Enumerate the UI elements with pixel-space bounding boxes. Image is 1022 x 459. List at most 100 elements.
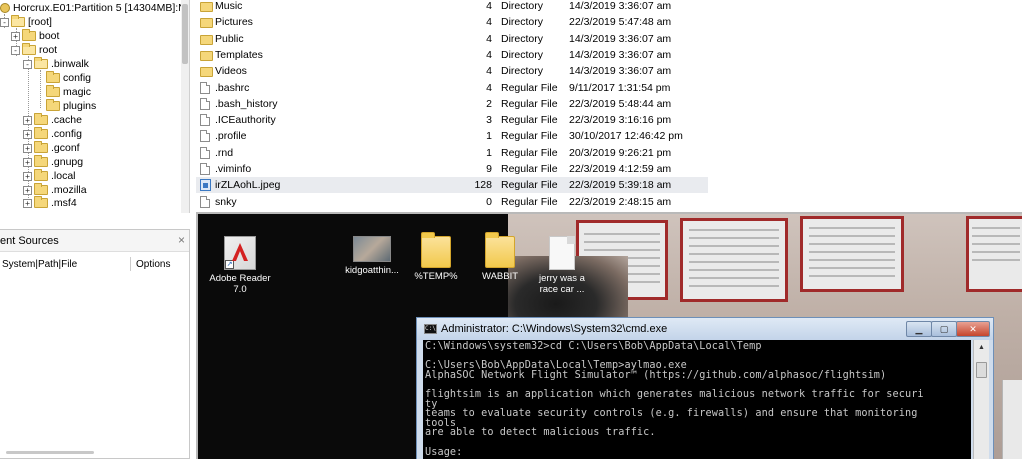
tree-node-cache[interactable]: + .cache (23, 113, 82, 127)
column-header-path[interactable]: System|Path|File (2, 259, 77, 270)
cmd-scrollbar[interactable]: ▲ (973, 340, 989, 459)
file-row[interactable]: Pictures 4 Directory 22/3/2019 5:47:48 am (196, 14, 708, 30)
file-row[interactable]: Public 4 Directory 14/3/2019 3:36:07 am (196, 31, 708, 47)
file-icon (200, 97, 210, 110)
minimize-button[interactable]: ▁ (906, 321, 932, 337)
maximize-button[interactable]: ▢ (931, 321, 957, 337)
file-row[interactable]: snky 0 Regular File 22/3/2019 2:48:15 am (196, 194, 708, 210)
file-icon (200, 130, 210, 143)
tree-node-config-dir[interactable]: + .config (23, 127, 82, 141)
tree-node-gconf[interactable]: + .gconf (23, 141, 80, 155)
folder-icon (46, 85, 60, 98)
tree-node-gnupg[interactable]: + .gnupg (23, 155, 84, 169)
tree-node-label: .gconf (51, 142, 80, 154)
folder-icon (46, 99, 60, 112)
expand-icon[interactable]: + (23, 157, 32, 167)
file-row[interactable]: .profile 1 Regular File 30/10/2017 12:46:42… (196, 128, 708, 144)
desktop-icon-label: WABBIT (481, 271, 519, 282)
file-type: Regular File (501, 114, 558, 127)
cmd-app-icon[interactable]: C:\ (424, 324, 437, 334)
sources-column-header: System|Path|File Options (0, 257, 189, 273)
cmd-scrollbar-thumb[interactable] (976, 362, 987, 378)
file-row[interactable]: irZLAohL.jpeg 128 Regular File 22/3/2019 5:… (196, 177, 708, 194)
expand-icon[interactable]: + (23, 143, 32, 153)
tree-node-label: .config (51, 128, 82, 140)
desktop-icon-label: kidgoatthin... (345, 265, 399, 276)
folder-icon (34, 57, 48, 70)
tree-node-boot[interactable]: + boot (11, 29, 60, 43)
tree-node-label: plugins (63, 100, 97, 112)
column-divider[interactable] (130, 257, 131, 271)
tree-node-label: .local (51, 170, 76, 182)
desktop-icon-kidgoat[interactable]: kidgoatthin... (340, 236, 404, 276)
tree-node-magic[interactable]: magic (46, 85, 91, 99)
tree-node-mozilla[interactable]: + .mozilla (23, 183, 87, 197)
scroll-up-icon[interactable]: ▲ (978, 344, 985, 351)
tree-scrollbar-thumb[interactable] (182, 4, 188, 64)
cmd-output-text: C:\Windows\system32>cd C:\Users\Bob\AppD… (425, 341, 924, 458)
tree-node-root[interactable]: - root (11, 43, 57, 57)
column-header-options[interactable]: Options (136, 259, 170, 270)
file-row[interactable]: .bash_history 2 Regular File 22/3/2019 5:48… (196, 96, 708, 112)
desktop-icon-wabbit[interactable]: WABBIT (468, 232, 532, 282)
sources-panel-title: ent Sources (0, 235, 59, 247)
collapse-icon[interactable]: - (11, 45, 20, 55)
file-size: 4 (486, 48, 492, 61)
tree-node-msf4[interactable]: + .msf4 (23, 196, 77, 210)
file-row[interactable]: Videos 4 Directory 14/3/2019 3:36:07 am (196, 63, 708, 79)
file-type: Directory (501, 0, 544, 12)
tree-node-root-bracket[interactable]: - [root] (0, 15, 52, 29)
tree-node-config[interactable]: config (46, 71, 92, 85)
tree-drive-node[interactable]: Horcrux.E01:Partition 5 [14304MB]:NONA (0, 2, 189, 15)
file-icon (200, 146, 210, 159)
file-row[interactable]: Templates 4 Directory 14/3/2019 3:36:07 am (196, 47, 708, 63)
adobe-reader-icon: ↗ (224, 236, 256, 270)
file-name: Videos (215, 65, 247, 78)
expand-icon[interactable]: + (23, 129, 32, 139)
file-size: 4 (486, 32, 492, 45)
tree-node-plugins[interactable]: plugins (46, 99, 97, 113)
file-date: 22/3/2019 4:12:59 am (569, 163, 672, 175)
file-date: 22/3/2019 5:48:44 am (569, 97, 672, 110)
cmd-window[interactable]: C:\ Administrator: C:\Windows\System32\c… (416, 317, 994, 459)
file-row[interactable]: .rnd 1 Regular File 20/3/2019 9:26:21 pm (196, 145, 708, 161)
collapse-icon[interactable]: - (0, 17, 9, 27)
file-name: .viminfo (215, 163, 252, 175)
folder-icon (34, 113, 48, 126)
tree-node-label: config (63, 72, 92, 84)
file-row[interactable]: Music 4 Directory 14/3/2019 3:36:07 am (196, 0, 708, 14)
tree-node-label: [root] (28, 16, 52, 28)
expand-icon[interactable]: + (23, 198, 32, 208)
file-row[interactable]: .ICEauthority 3 Regular File 22/3/2019 3:16… (196, 112, 708, 128)
sources-horizontal-scrollbar[interactable] (6, 451, 94, 454)
tree-scrollbar[interactable] (181, 0, 189, 213)
image-thumbnail-icon (353, 236, 391, 262)
desktop-icon-jerry[interactable]: jerry was a race car ... (532, 236, 592, 295)
cmd-console[interactable]: C:\Windows\system32>cd C:\Users\Bob\AppD… (423, 340, 971, 459)
expand-icon[interactable]: + (11, 31, 20, 41)
tree-node-label: .gnupg (51, 156, 84, 168)
tree-node-binwalk[interactable]: - .binwalk (23, 57, 89, 71)
collapse-icon[interactable]: - (23, 59, 32, 69)
cmd-titlebar[interactable]: C:\ Administrator: C:\Windows\System32\c… (417, 318, 993, 340)
tree-node-label: boot (39, 30, 60, 42)
close-button[interactable]: ✕ (956, 321, 990, 337)
expand-icon[interactable]: + (23, 115, 32, 125)
close-icon[interactable]: × (178, 233, 185, 247)
file-type: Directory (501, 65, 544, 78)
file-row[interactable]: .bashrc 4 Regular File 9/11/2017 1:31:54 pm (196, 80, 708, 96)
file-row[interactable]: .viminfo 9 Regular File 22/3/2019 4:12:59 a… (196, 161, 708, 177)
file-size: 1 (486, 130, 492, 143)
file-type: Regular File (501, 146, 558, 159)
file-name: .bash_history (215, 97, 278, 110)
file-size: 4 (486, 81, 492, 94)
file-name: Templates (215, 48, 263, 61)
expand-icon[interactable]: + (23, 171, 32, 181)
expand-icon[interactable]: + (23, 185, 32, 195)
tree-node-local[interactable]: + .local (23, 169, 76, 183)
desktop-icon-temp[interactable]: %TEMP% (404, 232, 468, 282)
file-date: 14/3/2019 3:36:07 am (569, 32, 672, 45)
desktop-icon-adobe-reader[interactable]: ↗ Adobe Reader 7.0 (208, 236, 272, 295)
file-name: .bashrc (215, 81, 250, 94)
folder-icon (200, 67, 213, 78)
